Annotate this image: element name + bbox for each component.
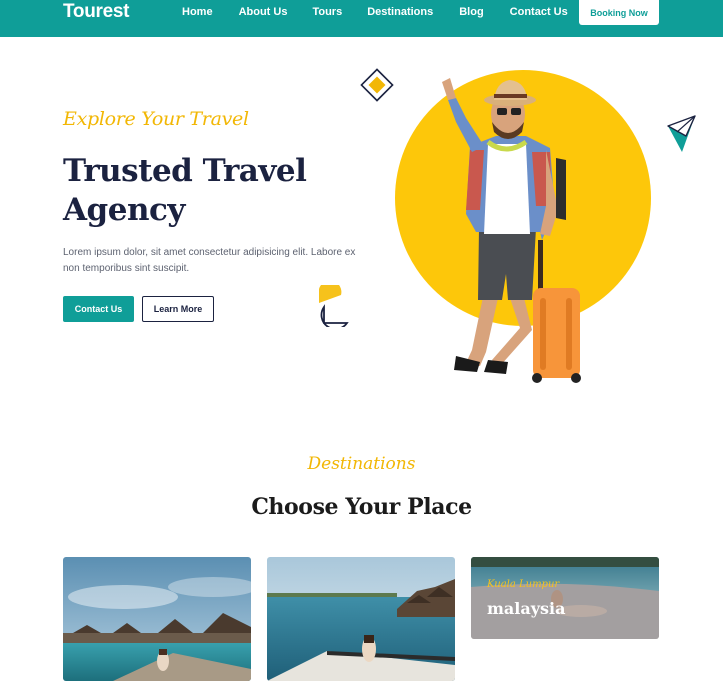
destinations-kicker: Destinations — [307, 454, 416, 474]
nav-link-about-us[interactable]: About Us — [239, 6, 288, 18]
destination-card-1-image — [63, 557, 251, 681]
nav-link-destinations[interactable]: Destinations — [367, 6, 433, 18]
hero-kicker: Explore Your Travel — [63, 108, 249, 130]
destination-card-name: malaysia — [487, 599, 566, 618]
destination-card-3-image — [471, 557, 659, 639]
nav-link-tours[interactable]: Tours — [312, 6, 342, 18]
nav-link-blog[interactable]: Blog — [459, 6, 483, 18]
hero-description: Lorem ipsum dolor, sit amet consectetur … — [63, 247, 356, 274]
learn-more-button[interactable]: Learn More — [142, 296, 214, 322]
destination-card-2[interactable] — [267, 557, 455, 681]
destination-card-kicker: Kuala Lumpur — [487, 579, 560, 590]
main-menu: Home About Us Tours Destinations Blog Co… — [182, 6, 568, 18]
contact-us-button[interactable]: Contact Us — [63, 296, 134, 322]
destination-card-2-image — [267, 557, 455, 681]
hero-title: Trusted Travel Agency — [63, 152, 333, 230]
hero-title-line-1: Trusted Travel — [63, 153, 307, 189]
nav-link-contact-us[interactable]: Contact Us — [510, 6, 568, 18]
top-navbar: Tourest Home About Us Tours Destinations… — [0, 0, 723, 37]
booking-now-button[interactable]: Booking Now — [579, 0, 659, 25]
traveler-illustration — [395, 70, 651, 383]
half-circle-decoration-icon — [319, 285, 349, 327]
destination-card-1[interactable] — [63, 557, 251, 681]
destination-card-malaysia[interactable]: Kuala Lumpur malaysia — [471, 557, 659, 639]
hero-title-line-2: Agency — [63, 192, 185, 228]
nav-link-home[interactable]: Home — [182, 6, 213, 18]
destinations-title: Choose Your Place — [251, 494, 472, 520]
site-logo[interactable]: Tourest — [63, 1, 129, 23]
